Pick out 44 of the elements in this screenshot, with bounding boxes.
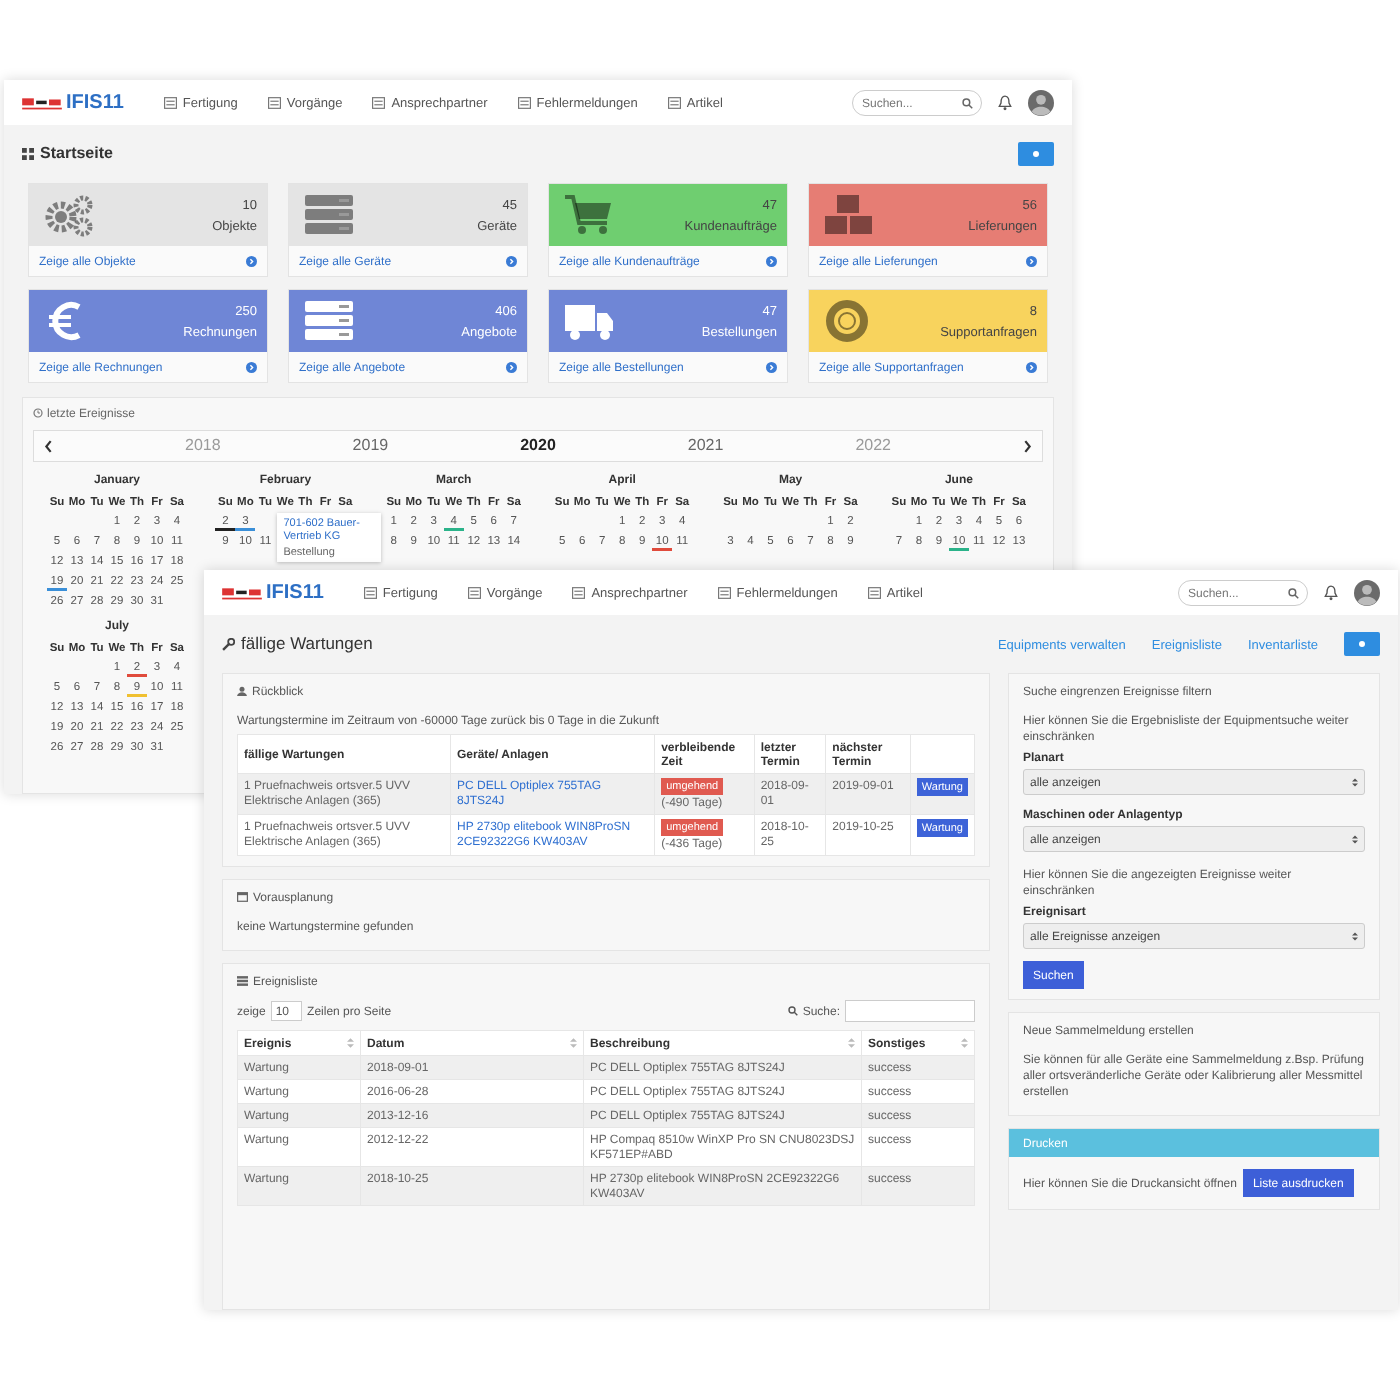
arrow-circle-icon[interactable]: [246, 255, 257, 267]
arrow-circle-icon[interactable]: [1026, 255, 1037, 267]
list-icon: [237, 976, 248, 986]
updown-icon: [1352, 931, 1358, 941]
arrow-circle-icon[interactable]: [246, 361, 257, 373]
user-icon: [237, 686, 247, 696]
search-icon: [787, 1006, 798, 1016]
gears-icon: [43, 193, 95, 237]
updown-icon: [1352, 834, 1358, 844]
server-icon: [303, 299, 355, 343]
search-icon: [962, 97, 973, 109]
dot-icon: [1358, 640, 1366, 648]
settings-button[interactable]: [1018, 142, 1054, 166]
year-link[interactable]: 2021: [687, 437, 724, 455]
logo-text[interactable]: IFIS11: [266, 581, 324, 604]
wrench-icon: [222, 637, 235, 651]
chevron-right-icon[interactable]: [1022, 439, 1032, 453]
arrow-circle-icon[interactable]: [1026, 361, 1037, 373]
chevron-left-icon[interactable]: [44, 439, 53, 453]
server-icon: [303, 193, 355, 237]
page-title: fällige Wartungen: [241, 634, 373, 654]
arrow-circle-icon[interactable]: [766, 255, 777, 267]
logo-icon: [222, 585, 262, 600]
arrow-circle-icon[interactable]: [506, 255, 517, 267]
logo-text[interactable]: IFIS11: [66, 91, 124, 114]
arrow-circle-icon[interactable]: [506, 361, 517, 373]
bell-icon[interactable]: [998, 94, 1012, 111]
updown-icon: [1352, 777, 1358, 787]
truck-icon: [563, 299, 615, 343]
bell-icon[interactable]: [1324, 584, 1338, 601]
grid-icon: [22, 148, 34, 160]
page-title: Startseite: [40, 145, 113, 163]
year-link[interactable]: 2020: [520, 437, 556, 455]
avatar-icon[interactable]: [1354, 579, 1380, 606]
avatar-icon[interactable]: [1028, 89, 1054, 116]
settings-button[interactable]: [1344, 632, 1380, 656]
logo-icon: [22, 95, 62, 110]
boxes-icon: [823, 193, 875, 237]
year-link[interactable]: 2019: [352, 437, 389, 455]
search-icon: [1288, 587, 1299, 599]
arrow-circle-icon[interactable]: [766, 361, 777, 373]
search-field[interactable]: [845, 1000, 975, 1022]
cart-icon: [563, 193, 615, 237]
dot-icon: [1032, 150, 1040, 158]
